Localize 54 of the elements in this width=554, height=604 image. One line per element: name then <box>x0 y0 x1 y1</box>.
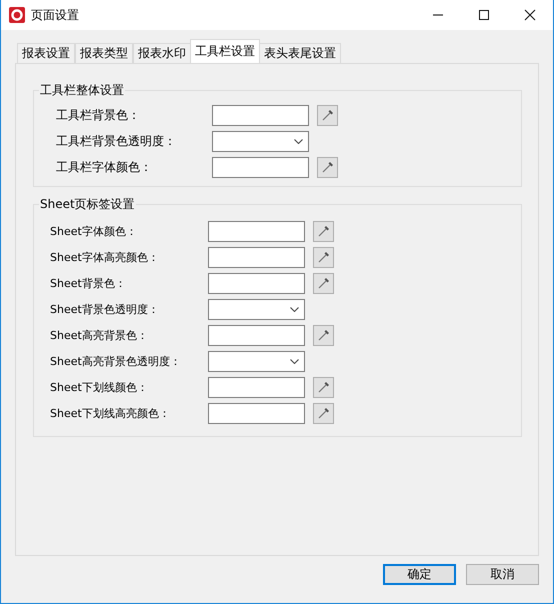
field-label: Sheet字体高亮颜色： <box>50 250 160 264</box>
color-picker-button[interactable] <box>313 376 334 398</box>
color-field[interactable] <box>208 324 305 346</box>
group-title: 工具栏整体设置 <box>39 83 125 97</box>
eyedropper-icon <box>320 160 334 174</box>
tab[interactable]: 表头表尾设置 <box>259 43 341 63</box>
color-picker-button[interactable] <box>313 324 334 346</box>
window-title: 页面设置 <box>31 6 79 24</box>
eyedropper-icon <box>316 224 330 238</box>
eyedropper-icon <box>316 276 330 290</box>
color-picker-button[interactable] <box>313 402 334 424</box>
tab[interactable]: 报表类型 <box>75 43 133 63</box>
chevron-down-icon <box>290 306 299 312</box>
color-field[interactable] <box>212 104 309 126</box>
chevron-down-icon <box>294 138 303 144</box>
color-field[interactable] <box>208 376 305 398</box>
color-picker-button[interactable] <box>313 220 334 242</box>
field-label: 工具栏字体颜色： <box>56 158 153 176</box>
field-label: Sheet下划线颜色： <box>50 380 149 394</box>
dropdown-field[interactable] <box>208 350 305 372</box>
color-picker-button[interactable] <box>317 156 338 178</box>
color-picker-button[interactable] <box>313 272 334 294</box>
maximize-icon[interactable] <box>478 9 490 21</box>
tab[interactable]: 工具栏设置 <box>190 39 260 63</box>
tab[interactable]: 报表设置 <box>17 43 75 63</box>
dialog-button[interactable]: 确定 <box>383 564 456 585</box>
chevron-down-icon <box>290 358 299 364</box>
dropdown-field[interactable] <box>212 130 309 152</box>
field-label: Sheet字体颜色： <box>50 224 138 238</box>
color-picker-button[interactable] <box>313 246 334 268</box>
color-field[interactable] <box>212 156 309 178</box>
eyedropper-icon <box>316 328 330 342</box>
field-label: 工具栏背景色： <box>56 106 141 124</box>
field-label: Sheet下划线高亮颜色： <box>50 406 171 420</box>
eyedropper-icon <box>316 380 330 394</box>
eyedropper-icon <box>316 250 330 264</box>
app-icon <box>9 7 25 23</box>
color-field[interactable] <box>208 272 305 294</box>
field-label: Sheet背景色透明度： <box>50 302 160 316</box>
dropdown-field[interactable] <box>208 298 305 320</box>
eyedropper-icon <box>316 406 330 420</box>
color-field[interactable] <box>208 402 305 424</box>
field-label: 工具栏背景色透明度： <box>56 132 177 150</box>
close-icon[interactable] <box>524 9 536 21</box>
color-picker-button[interactable] <box>317 104 338 126</box>
dialog-button[interactable]: 取消 <box>466 564 539 585</box>
field-label: Sheet高亮背景色透明度： <box>50 354 182 368</box>
color-field[interactable] <box>208 220 305 242</box>
group-title: Sheet页标签设置 <box>39 197 136 211</box>
color-field[interactable] <box>208 246 305 268</box>
eyedropper-icon <box>320 108 334 122</box>
tab[interactable]: 报表水印 <box>133 43 191 63</box>
field-label: Sheet高亮背景色： <box>50 328 149 342</box>
field-label: Sheet背景色： <box>50 276 127 290</box>
